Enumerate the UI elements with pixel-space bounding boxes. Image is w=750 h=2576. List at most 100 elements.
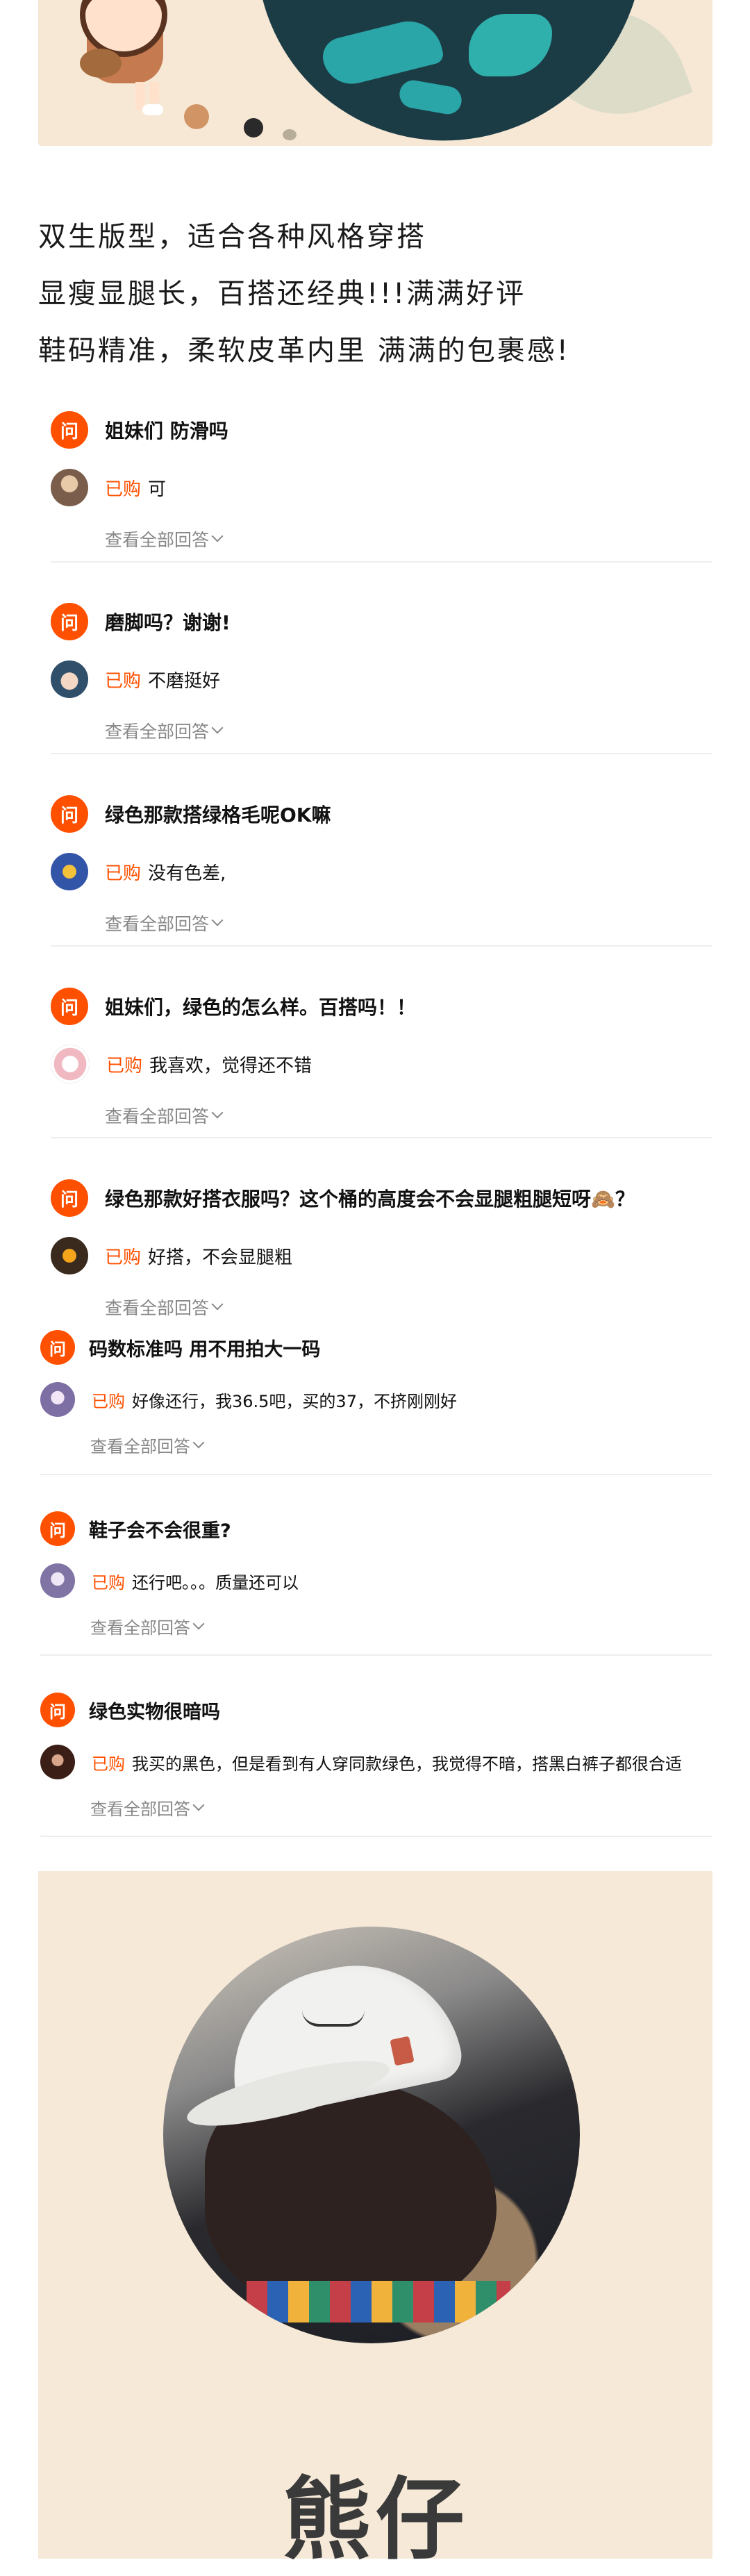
product-illustration-banner bbox=[38, 0, 712, 146]
divider bbox=[51, 561, 712, 563]
bread-illustration bbox=[80, 49, 122, 78]
model-card: 熊仔 bbox=[38, 1871, 712, 2572]
question-row: 问姐妹们 防滑吗 bbox=[51, 410, 228, 450]
question-text: 绿色实物很暗吗 bbox=[89, 1701, 220, 1723]
question-text: 鞋子会不会很重? bbox=[89, 1520, 231, 1542]
answer-text: 还行吧。。。质量还可以 bbox=[132, 1572, 299, 1593]
avatar bbox=[51, 469, 88, 506]
avatar bbox=[40, 1382, 75, 1417]
avatar bbox=[51, 1237, 88, 1274]
divider bbox=[40, 1836, 712, 1837]
qa-item[interactable]: 问鞋子会不会很重? 已购 还行吧。。。质量还可以查看全部回答 bbox=[40, 1509, 712, 1654]
question-badge-icon: 问 bbox=[40, 1330, 75, 1365]
question-text: 姐妹们 防滑吗 bbox=[105, 419, 228, 442]
question-text: 姐妹们，绿色的怎么样。百搭吗！！ bbox=[105, 996, 417, 1019]
chevron-down-icon bbox=[192, 1799, 205, 1811]
qa-item[interactable]: 问绿色实物很暗吗 已购 我买的黑色，但是看到有人穿同款绿色，我觉得不暗，搭黑白裤子都… bbox=[40, 1690, 712, 1836]
bought-tag: 已购 bbox=[106, 1055, 143, 1077]
bought-tag: 已购 bbox=[105, 479, 142, 500]
question-badge-icon: 问 bbox=[40, 1693, 75, 1727]
answer-row: 已购 还行吧。。。质量还可以 bbox=[40, 1561, 299, 1600]
view-all-answers-link[interactable]: 查看全部回答 bbox=[105, 1295, 224, 1320]
divider bbox=[40, 1654, 712, 1656]
view-all-answers-link[interactable]: 查看全部回答 bbox=[90, 1614, 205, 1638]
qa-item[interactable]: 问磨脚吗？谢谢! 已购 不磨挺好查看全部回答 bbox=[51, 601, 712, 747]
question-row: 问鞋子会不会很重? bbox=[40, 1509, 231, 1549]
cap-logo bbox=[302, 2010, 365, 2027]
avatar bbox=[51, 660, 88, 698]
question-row: 问姐妹们，绿色的怎么样。百搭吗！！ bbox=[51, 986, 416, 1027]
chevron-down-icon bbox=[211, 1298, 224, 1311]
question-row: 问码数标准吗 用不用拍大一码 bbox=[40, 1327, 320, 1368]
view-all-answers-link[interactable]: 查看全部回答 bbox=[105, 1103, 224, 1128]
bought-tag: 已购 bbox=[105, 1247, 142, 1268]
description-line: 鞋码精准，柔软皮革内里 满满的包裹感! bbox=[38, 335, 570, 367]
product-description: 双生版型，适合各种风格穿搭 显瘦显腿长，百搭还经典!!!满满好评 鞋码精准，柔软… bbox=[38, 208, 712, 379]
view-all-answers-link[interactable]: 查看全部回答 bbox=[90, 1433, 205, 1457]
model-name: 熊仔 bbox=[282, 2468, 469, 2572]
bought-tag: 已购 bbox=[105, 670, 142, 692]
answer-text: 我买的黑色，但是看到有人穿同款绿色，我觉得不暗，搭黑白裤子都很合适 bbox=[132, 1754, 682, 1774]
question-badge-icon: 问 bbox=[51, 1179, 88, 1217]
divider bbox=[51, 753, 712, 754]
answer-text: 好像还行，我36.5吧，买的37，不挤刚刚好 bbox=[132, 1391, 457, 1411]
bought-tag: 已购 bbox=[92, 1754, 125, 1774]
girl-leg bbox=[149, 82, 159, 103]
shirt-pattern bbox=[247, 2281, 510, 2322]
answer-row: 已购 我买的黑色，但是看到有人穿同款绿色，我觉得不暗，搭黑白裤子都很合适 bbox=[40, 1743, 682, 1781]
answer-row: 已购 我喜欢，觉得还不错 bbox=[51, 1045, 312, 1083]
view-all-label: 查看全部回答 bbox=[90, 1618, 190, 1638]
description-line: 双生版型，适合各种风格穿搭 bbox=[38, 221, 426, 253]
view-all-label: 查看全部回答 bbox=[105, 1106, 210, 1127]
avatar bbox=[51, 1045, 90, 1083]
question-badge-icon: 问 bbox=[51, 411, 88, 449]
view-all-answers-link[interactable]: 查看全部回答 bbox=[105, 718, 224, 743]
chevron-down-icon bbox=[192, 1618, 205, 1629]
divider bbox=[51, 1137, 712, 1138]
model-photo bbox=[163, 1927, 580, 2343]
qa-item[interactable]: 问绿色那款搭绿格毛呢OK嘛 已购 没有色差, 查看全部回答 bbox=[51, 794, 712, 940]
qa-item[interactable]: 问姐妹们 防滑吗 已购可查看全部回答 bbox=[51, 410, 712, 556]
chevron-down-icon bbox=[192, 1436, 205, 1448]
question-row: 问绿色实物很暗吗 bbox=[40, 1690, 220, 1730]
answer-text: 我喜欢，觉得还不错 bbox=[149, 1055, 312, 1077]
answer-text: 没有色差, bbox=[148, 863, 226, 884]
answer-text: 可 bbox=[148, 479, 167, 500]
ball-decoration bbox=[283, 129, 297, 140]
question-badge-icon: 问 bbox=[51, 795, 88, 833]
view-all-label: 查看全部回答 bbox=[105, 1298, 210, 1318]
answer-text: 好搭，不会显腿粗 bbox=[148, 1247, 293, 1268]
girl-shoe bbox=[142, 104, 163, 115]
view-all-answers-link[interactable]: 查看全部回答 bbox=[90, 1795, 205, 1820]
question-text: 绿色那款好搭衣服吗？这个桶的高度会不会显腿粗腿短呀🙈？ bbox=[105, 1188, 635, 1211]
question-badge-icon: 问 bbox=[40, 1511, 75, 1546]
view-all-label: 查看全部回答 bbox=[90, 1800, 190, 1819]
view-all-label: 查看全部回答 bbox=[105, 530, 210, 550]
chevron-down-icon bbox=[211, 530, 224, 542]
chevron-down-icon bbox=[211, 914, 224, 926]
answer-row: 已购可 bbox=[51, 468, 166, 507]
question-text: 绿色那款搭绿格毛呢OK嘛 bbox=[105, 804, 331, 826]
chevron-down-icon bbox=[211, 1106, 224, 1119]
divider bbox=[40, 1474, 712, 1475]
avatar bbox=[51, 853, 88, 890]
question-row: 问绿色那款好搭衣服吗？这个桶的高度会不会显腿粗腿短呀🙈？ bbox=[51, 1178, 635, 1218]
answer-row: 已购 不磨挺好 bbox=[51, 660, 220, 699]
view-all-answers-link[interactable]: 查看全部回答 bbox=[105, 526, 224, 551]
qa-item[interactable]: 问绿色那款好搭衣服吗？这个桶的高度会不会显腿粗腿短呀🙈？ 已购 好搭，不会显腿粗查看… bbox=[51, 1178, 712, 1324]
avatar bbox=[40, 1563, 75, 1598]
bought-tag: 已购 bbox=[92, 1391, 125, 1411]
answer-text: 不磨挺好 bbox=[148, 670, 221, 692]
view-all-label: 查看全部回答 bbox=[105, 722, 210, 742]
bought-tag: 已购 bbox=[105, 863, 142, 884]
question-text: 磨脚吗？谢谢! bbox=[105, 611, 231, 634]
question-badge-icon: 问 bbox=[51, 988, 88, 1025]
view-all-label: 查看全部回答 bbox=[105, 914, 210, 934]
qa-item[interactable]: 问码数标准吗 用不用拍大一码 已购 好像还行，我36.5吧，买的37，不挤刚刚好 查看… bbox=[40, 1327, 712, 1473]
answer-row: 已购 好搭，不会显腿粗 bbox=[51, 1236, 292, 1275]
question-row: 问磨脚吗？谢谢! bbox=[51, 601, 231, 642]
question-text: 码数标准吗 用不用拍大一码 bbox=[89, 1338, 321, 1361]
ball-decoration bbox=[244, 118, 263, 138]
view-all-answers-link[interactable]: 查看全部回答 bbox=[105, 911, 224, 936]
qa-item[interactable]: 问姐妹们，绿色的怎么样。百搭吗！！ 已购 我喜欢，觉得还不错查看全部回答 bbox=[51, 986, 712, 1132]
